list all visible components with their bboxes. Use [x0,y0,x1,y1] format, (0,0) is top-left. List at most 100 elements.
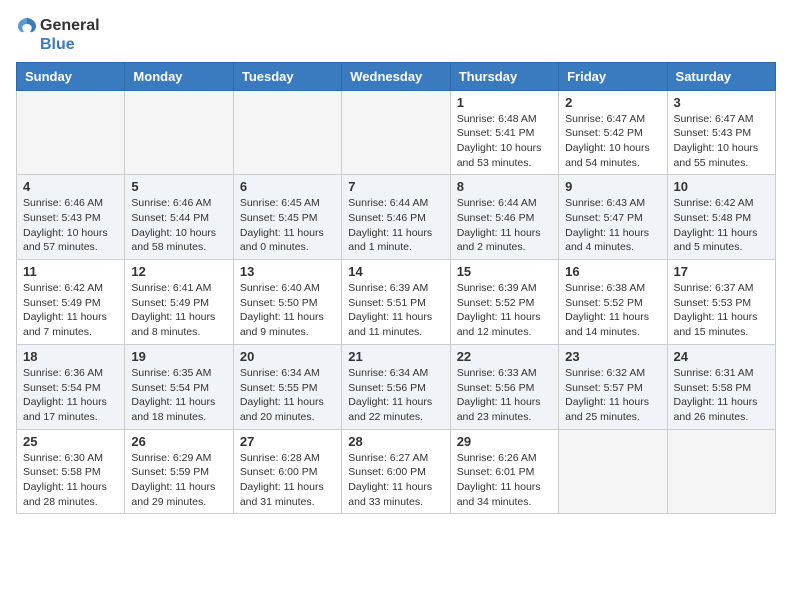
day-info: Sunrise: 6:40 AM Sunset: 5:50 PM Dayligh… [240,281,335,340]
calendar-week-row: 18Sunrise: 6:36 AM Sunset: 5:54 PM Dayli… [17,344,776,429]
day-number: 12 [131,264,226,279]
logo-general: General [40,17,100,35]
day-number: 3 [674,95,769,110]
day-number: 23 [565,349,660,364]
day-info: Sunrise: 6:30 AM Sunset: 5:58 PM Dayligh… [23,451,118,510]
day-number: 17 [674,264,769,279]
weekday-header-wednesday: Wednesday [342,62,450,90]
day-info: Sunrise: 6:39 AM Sunset: 5:52 PM Dayligh… [457,281,552,340]
calendar-cell: 23 Sunrise: 6:32 AM Sunset: 5:57 PM Dayli… [559,344,667,429]
calendar-cell: 10 Sunrise: 6:42 AM Sunset: 5:48 PM Dayli… [667,175,775,260]
day-number: 9 [565,179,660,194]
weekday-header-row: SundayMondayTuesdayWednesdayThursdayFrid… [17,62,776,90]
day-info: Sunrise: 6:38 AM Sunset: 5:52 PM Dayligh… [565,281,660,340]
calendar-cell: 16 Sunrise: 6:38 AM Sunset: 5:52 PM Dayli… [559,260,667,345]
day-info: Sunrise: 6:45 AM Sunset: 5:45 PM Dayligh… [240,196,335,255]
calendar-cell [125,90,233,175]
calendar-cell: 11 Sunrise: 6:42 AM Sunset: 5:49 PM Dayli… [17,260,125,345]
day-number: 15 [457,264,552,279]
calendar-cell: 7 Sunrise: 6:44 AM Sunset: 5:46 PM Daylig… [342,175,450,260]
day-number: 20 [240,349,335,364]
day-info: Sunrise: 6:37 AM Sunset: 5:53 PM Dayligh… [674,281,769,340]
day-number: 8 [457,179,552,194]
day-info: Sunrise: 6:47 AM Sunset: 5:42 PM Dayligh… [565,112,660,171]
calendar-cell [667,429,775,514]
calendar-cell: 15 Sunrise: 6:39 AM Sunset: 5:52 PM Dayli… [450,260,558,345]
calendar-cell: 28Sunrise: 6:27 AM Sunset: 6:00 PM Dayli… [342,429,450,514]
calendar-cell: 19 Sunrise: 6:35 AM Sunset: 5:54 PM Dayli… [125,344,233,429]
day-info: Sunrise: 6:32 AM Sunset: 5:57 PM Dayligh… [565,366,660,425]
day-number: 13 [240,264,335,279]
calendar-cell: 5 Sunrise: 6:46 AM Sunset: 5:44 PM Daylig… [125,175,233,260]
day-info: Sunrise: 6:39 AM Sunset: 5:51 PM Dayligh… [348,281,443,340]
calendar-cell: 26 Sunrise: 6:29 AM Sunset: 5:59 PM Dayli… [125,429,233,514]
day-info: Sunrise: 6:41 AM Sunset: 5:49 PM Dayligh… [131,281,226,340]
day-info: Sunrise: 6:42 AM Sunset: 5:49 PM Dayligh… [23,281,118,340]
day-info: Sunrise: 6:31 AM Sunset: 5:58 PM Dayligh… [674,366,769,425]
day-number: 5 [131,179,226,194]
day-info: Sunrise: 6:35 AM Sunset: 5:54 PM Dayligh… [131,366,226,425]
calendar-cell [342,90,450,175]
logo-container: General Blue [16,16,100,54]
weekday-header-thursday: Thursday [450,62,558,90]
day-info: Sunrise: 6:34 AM Sunset: 5:56 PM Dayligh… [348,366,443,425]
day-info: Sunrise: 6:44 AM Sunset: 5:46 PM Dayligh… [457,196,552,255]
calendar-cell: 29 Sunrise: 6:26 AM Sunset: 6:01 PM Dayli… [450,429,558,514]
day-info: Sunrise: 6:36 AM Sunset: 5:54 PM Dayligh… [23,366,118,425]
day-info: Sunrise: 6:28 AM Sunset: 6:00 PM Dayligh… [240,451,335,510]
calendar-cell [17,90,125,175]
header: General Blue [16,16,776,54]
calendar-cell: 17 Sunrise: 6:37 AM Sunset: 5:53 PM Dayli… [667,260,775,345]
calendar-cell: 2 Sunrise: 6:47 AM Sunset: 5:42 PM Daylig… [559,90,667,175]
calendar-cell: 20 Sunrise: 6:34 AM Sunset: 5:55 PM Dayli… [233,344,341,429]
calendar-cell: 4Sunrise: 6:46 AM Sunset: 5:43 PM Daylig… [17,175,125,260]
calendar-week-row: 11 Sunrise: 6:42 AM Sunset: 5:49 PM Dayli… [17,260,776,345]
calendar-cell: 22Sunrise: 6:33 AM Sunset: 5:56 PM Dayli… [450,344,558,429]
day-number: 7 [348,179,443,194]
day-info: Sunrise: 6:42 AM Sunset: 5:48 PM Dayligh… [674,196,769,255]
calendar-cell: 13 Sunrise: 6:40 AM Sunset: 5:50 PM Dayli… [233,260,341,345]
calendar-cell: 9 Sunrise: 6:43 AM Sunset: 5:47 PM Daylig… [559,175,667,260]
day-info: Sunrise: 6:43 AM Sunset: 5:47 PM Dayligh… [565,196,660,255]
weekday-header-monday: Monday [125,62,233,90]
calendar-cell: 18Sunrise: 6:36 AM Sunset: 5:54 PM Dayli… [17,344,125,429]
day-number: 25 [23,434,118,449]
day-info: Sunrise: 6:27 AM Sunset: 6:00 PM Dayligh… [348,451,443,510]
day-number: 10 [674,179,769,194]
day-info: Sunrise: 6:44 AM Sunset: 5:46 PM Dayligh… [348,196,443,255]
day-number: 26 [131,434,226,449]
day-info: Sunrise: 6:46 AM Sunset: 5:44 PM Dayligh… [131,196,226,255]
calendar-cell: 6 Sunrise: 6:45 AM Sunset: 5:45 PM Daylig… [233,175,341,260]
day-number: 4 [23,179,118,194]
calendar-table: SundayMondayTuesdayWednesdayThursdayFrid… [16,62,776,515]
logo-blue: Blue [40,36,100,54]
calendar-week-row: 1 Sunrise: 6:48 AM Sunset: 5:41 PM Daylig… [17,90,776,175]
calendar-cell: 8 Sunrise: 6:44 AM Sunset: 5:46 PM Daylig… [450,175,558,260]
day-number: 6 [240,179,335,194]
calendar-week-row: 25 Sunrise: 6:30 AM Sunset: 5:58 PM Dayli… [17,429,776,514]
day-number: 1 [457,95,552,110]
calendar-cell [559,429,667,514]
day-number: 2 [565,95,660,110]
day-number: 16 [565,264,660,279]
day-number: 11 [23,264,118,279]
day-info: Sunrise: 6:34 AM Sunset: 5:55 PM Dayligh… [240,366,335,425]
day-info: Sunrise: 6:47 AM Sunset: 5:43 PM Dayligh… [674,112,769,171]
calendar-cell [233,90,341,175]
calendar-cell: 25 Sunrise: 6:30 AM Sunset: 5:58 PM Dayli… [17,429,125,514]
day-number: 19 [131,349,226,364]
calendar-cell: 21Sunrise: 6:34 AM Sunset: 5:56 PM Dayli… [342,344,450,429]
calendar-cell: 12 Sunrise: 6:41 AM Sunset: 5:49 PM Dayli… [125,260,233,345]
logo: General Blue [16,16,100,54]
calendar-week-row: 4Sunrise: 6:46 AM Sunset: 5:43 PM Daylig… [17,175,776,260]
day-number: 27 [240,434,335,449]
day-info: Sunrise: 6:33 AM Sunset: 5:56 PM Dayligh… [457,366,552,425]
day-number: 29 [457,434,552,449]
day-info: Sunrise: 6:29 AM Sunset: 5:59 PM Dayligh… [131,451,226,510]
day-info: Sunrise: 6:26 AM Sunset: 6:01 PM Dayligh… [457,451,552,510]
weekday-header-saturday: Saturday [667,62,775,90]
calendar-cell: 27 Sunrise: 6:28 AM Sunset: 6:00 PM Dayli… [233,429,341,514]
calendar-cell: 1 Sunrise: 6:48 AM Sunset: 5:41 PM Daylig… [450,90,558,175]
day-info: Sunrise: 6:48 AM Sunset: 5:41 PM Dayligh… [457,112,552,171]
calendar-cell: 14Sunrise: 6:39 AM Sunset: 5:51 PM Dayli… [342,260,450,345]
